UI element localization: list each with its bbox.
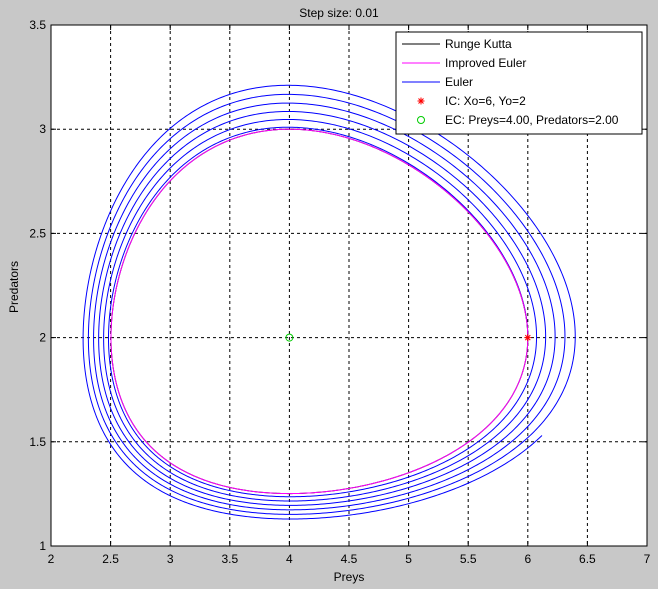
legend-label: Euler	[445, 75, 473, 89]
x-tick-label: 3.5	[221, 552, 238, 566]
x-tick-label: 6.5	[579, 552, 596, 566]
y-tick-label: 1.5	[29, 435, 46, 449]
y-tick-label: 2.5	[29, 226, 46, 240]
chart-title: Step size: 0.01	[299, 6, 379, 20]
x-tick-label: 2.5	[102, 552, 119, 566]
legend-label: Improved Euler	[445, 56, 526, 70]
x-tick-label: 5	[405, 552, 412, 566]
legend-swatch-star	[417, 97, 425, 105]
ic-marker	[524, 334, 532, 342]
legend-label: Runge Kutta	[445, 37, 512, 51]
legend: Runge Kutta Improved Euler Euler IC: Xo=6, …	[395, 31, 643, 135]
x-tick-label: 4	[286, 552, 293, 566]
x-tick-label: 4.5	[341, 552, 358, 566]
x-tick-label: 2	[48, 552, 55, 566]
x-tick-label: 5.5	[460, 552, 477, 566]
x-axis-label: Preys	[334, 570, 365, 584]
y-tick-label: 1	[39, 539, 46, 553]
x-tick-label: 7	[644, 552, 651, 566]
figure: Step size: 0.01 2 2.5 3 3.5 4 4.5 5 5.5 6 6.5 7 11…	[7, 6, 651, 584]
y-tick-label: 3.5	[29, 18, 46, 32]
y-tick-label: 3	[39, 122, 46, 136]
x-tick-label: 6	[524, 552, 531, 566]
x-tick-labels: 2 2.5 3 3.5 4 4.5 5 5.5 6 6.5 7	[48, 552, 651, 566]
legend-label: EC: Preys=4.00, Predators=2.00	[445, 113, 619, 127]
x-tick-label: 3	[167, 552, 174, 566]
y-tick-label: 2	[39, 331, 46, 345]
legend-label: IC: Xo=6, Yo=2	[445, 94, 526, 108]
y-axis-label: Predators	[7, 261, 21, 313]
y-tick-labels: 1 1.5 2 2.5 3 3.5	[29, 18, 46, 553]
